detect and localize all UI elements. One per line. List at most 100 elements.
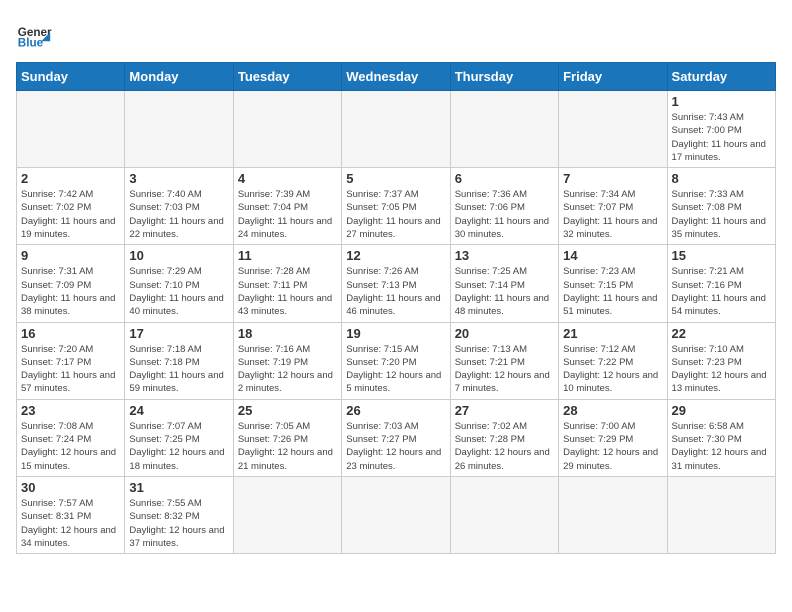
calendar-cell: 31 Sunrise: 7:55 AM Sunset: 8:32 PM Dayli… xyxy=(125,476,233,553)
day-number: 22 xyxy=(672,326,771,341)
day-number: 21 xyxy=(563,326,662,341)
calendar-cell: 13Sunrise: 7:25 AM Sunset: 7:14 PM Dayli… xyxy=(450,245,558,322)
day-info: Sunrise: 7:33 AM Sunset: 7:08 PM Dayligh… xyxy=(672,188,771,241)
calendar-cell: 14 Sunrise: 7:23 AM Sunset: 7:15 PM Dayli… xyxy=(559,245,667,322)
calendar-cell xyxy=(450,91,558,168)
calendar-cell xyxy=(342,91,450,168)
day-info: Sunrise: 7:20 AM Sunset: 7:17 PM Dayligh… xyxy=(21,343,120,396)
calendar-week-row: 30 Sunrise: 7:57 AM Sunset: 8:31 PM Dayli… xyxy=(17,476,776,553)
day-number: 7 xyxy=(563,171,662,186)
day-number: 1 xyxy=(672,94,771,109)
day-info: Sunrise: 7:43 AM Sunset: 7:00 PM Dayligh… xyxy=(672,111,771,164)
calendar-cell xyxy=(125,91,233,168)
calendar-cell: 21 Sunrise: 7:12 AM Sunset: 7:22 PM Dayli… xyxy=(559,322,667,399)
calendar-cell: 16 Sunrise: 7:20 AM Sunset: 7:17 PM Dayli… xyxy=(17,322,125,399)
day-number: 26 xyxy=(346,403,445,418)
calendar-cell xyxy=(450,476,558,553)
calendar-cell xyxy=(559,476,667,553)
day-number: 31 xyxy=(129,480,228,495)
calendar-cell: 8 Sunrise: 7:33 AM Sunset: 7:08 PM Daylig… xyxy=(667,168,775,245)
day-info: Sunrise: 7:08 AM Sunset: 7:24 PM Dayligh… xyxy=(21,420,120,473)
svg-text:Blue: Blue xyxy=(18,37,44,50)
day-info: Sunrise: 7:40 AM Sunset: 7:03 PM Dayligh… xyxy=(129,188,228,241)
day-number: 20 xyxy=(455,326,554,341)
calendar-cell xyxy=(667,476,775,553)
day-info: Sunrise: 7:16 AM Sunset: 7:19 PM Dayligh… xyxy=(238,343,337,396)
weekday-header: Wednesday xyxy=(342,63,450,91)
calendar-week-row: 1 Sunrise: 7:43 AM Sunset: 7:00 PM Daylig… xyxy=(17,91,776,168)
calendar-cell: 28Sunrise: 7:00 AM Sunset: 7:29 PM Dayli… xyxy=(559,399,667,476)
day-info: Sunrise: 7:00 AM Sunset: 7:29 PM Dayligh… xyxy=(563,420,662,473)
calendar-cell: 30 Sunrise: 7:57 AM Sunset: 8:31 PM Dayli… xyxy=(17,476,125,553)
calendar-cell xyxy=(342,476,450,553)
day-info: Sunrise: 7:39 AM Sunset: 7:04 PM Dayligh… xyxy=(238,188,337,241)
day-number: 10 xyxy=(129,248,228,263)
calendar-cell: 27Sunrise: 7:02 AM Sunset: 7:28 PM Dayli… xyxy=(450,399,558,476)
day-number: 11 xyxy=(238,248,337,263)
day-number: 30 xyxy=(21,480,120,495)
day-info: Sunrise: 7:12 AM Sunset: 7:22 PM Dayligh… xyxy=(563,343,662,396)
day-info: Sunrise: 7:42 AM Sunset: 7:02 PM Dayligh… xyxy=(21,188,120,241)
calendar: SundayMondayTuesdayWednesdayThursdayFrid… xyxy=(16,62,776,554)
calendar-cell: 7Sunrise: 7:34 AM Sunset: 7:07 PM Daylig… xyxy=(559,168,667,245)
day-number: 4 xyxy=(238,171,337,186)
calendar-cell: 22 Sunrise: 7:10 AM Sunset: 7:23 PM Dayli… xyxy=(667,322,775,399)
calendar-header: SundayMondayTuesdayWednesdayThursdayFrid… xyxy=(17,63,776,91)
weekday-header: Sunday xyxy=(17,63,125,91)
day-info: Sunrise: 7:28 AM Sunset: 7:11 PM Dayligh… xyxy=(238,265,337,318)
day-number: 27 xyxy=(455,403,554,418)
day-info: Sunrise: 7:10 AM Sunset: 7:23 PM Dayligh… xyxy=(672,343,771,396)
day-number: 25 xyxy=(238,403,337,418)
day-info: Sunrise: 7:31 AM Sunset: 7:09 PM Dayligh… xyxy=(21,265,120,318)
day-info: Sunrise: 7:29 AM Sunset: 7:10 PM Dayligh… xyxy=(129,265,228,318)
calendar-cell: 6 Sunrise: 7:36 AM Sunset: 7:06 PM Daylig… xyxy=(450,168,558,245)
calendar-cell: 18 Sunrise: 7:16 AM Sunset: 7:19 PM Dayli… xyxy=(233,322,341,399)
day-number: 24 xyxy=(129,403,228,418)
day-info: Sunrise: 6:58 AM Sunset: 7:30 PM Dayligh… xyxy=(672,420,771,473)
calendar-week-row: 2Sunrise: 7:42 AM Sunset: 7:02 PM Daylig… xyxy=(17,168,776,245)
calendar-cell: 11 Sunrise: 7:28 AM Sunset: 7:11 PM Dayli… xyxy=(233,245,341,322)
calendar-cell xyxy=(233,476,341,553)
day-info: Sunrise: 7:21 AM Sunset: 7:16 PM Dayligh… xyxy=(672,265,771,318)
day-number: 16 xyxy=(21,326,120,341)
calendar-cell: 29 Sunrise: 6:58 AM Sunset: 7:30 PM Dayli… xyxy=(667,399,775,476)
day-number: 23 xyxy=(21,403,120,418)
calendar-cell xyxy=(559,91,667,168)
weekday-row: SundayMondayTuesdayWednesdayThursdayFrid… xyxy=(17,63,776,91)
calendar-cell xyxy=(17,91,125,168)
calendar-cell: 15Sunrise: 7:21 AM Sunset: 7:16 PM Dayli… xyxy=(667,245,775,322)
day-info: Sunrise: 7:15 AM Sunset: 7:20 PM Dayligh… xyxy=(346,343,445,396)
day-number: 12 xyxy=(346,248,445,263)
calendar-cell: 3 Sunrise: 7:40 AM Sunset: 7:03 PM Daylig… xyxy=(125,168,233,245)
day-info: Sunrise: 7:05 AM Sunset: 7:26 PM Dayligh… xyxy=(238,420,337,473)
header: General Blue xyxy=(16,16,776,52)
calendar-cell: 2Sunrise: 7:42 AM Sunset: 7:02 PM Daylig… xyxy=(17,168,125,245)
calendar-week-row: 16 Sunrise: 7:20 AM Sunset: 7:17 PM Dayli… xyxy=(17,322,776,399)
logo-icon: General Blue xyxy=(16,16,52,52)
calendar-cell: 19 Sunrise: 7:15 AM Sunset: 7:20 PM Dayli… xyxy=(342,322,450,399)
calendar-cell: 26Sunrise: 7:03 AM Sunset: 7:27 PM Dayli… xyxy=(342,399,450,476)
day-number: 8 xyxy=(672,171,771,186)
day-number: 29 xyxy=(672,403,771,418)
weekday-header: Tuesday xyxy=(233,63,341,91)
day-number: 3 xyxy=(129,171,228,186)
day-info: Sunrise: 7:26 AM Sunset: 7:13 PM Dayligh… xyxy=(346,265,445,318)
day-number: 19 xyxy=(346,326,445,341)
day-info: Sunrise: 7:36 AM Sunset: 7:06 PM Dayligh… xyxy=(455,188,554,241)
calendar-cell: 4 Sunrise: 7:39 AM Sunset: 7:04 PM Daylig… xyxy=(233,168,341,245)
day-number: 18 xyxy=(238,326,337,341)
logo: General Blue xyxy=(16,16,58,52)
calendar-cell: 17Sunrise: 7:18 AM Sunset: 7:18 PM Dayli… xyxy=(125,322,233,399)
day-info: Sunrise: 7:18 AM Sunset: 7:18 PM Dayligh… xyxy=(129,343,228,396)
day-info: Sunrise: 7:13 AM Sunset: 7:21 PM Dayligh… xyxy=(455,343,554,396)
day-info: Sunrise: 7:57 AM Sunset: 8:31 PM Dayligh… xyxy=(21,497,120,550)
day-info: Sunrise: 7:55 AM Sunset: 8:32 PM Dayligh… xyxy=(129,497,228,550)
weekday-header: Thursday xyxy=(450,63,558,91)
day-number: 6 xyxy=(455,171,554,186)
calendar-cell: 20 Sunrise: 7:13 AM Sunset: 7:21 PM Dayli… xyxy=(450,322,558,399)
calendar-cell: 24Sunrise: 7:07 AM Sunset: 7:25 PM Dayli… xyxy=(125,399,233,476)
calendar-body: 1 Sunrise: 7:43 AM Sunset: 7:00 PM Daylig… xyxy=(17,91,776,554)
day-number: 14 xyxy=(563,248,662,263)
day-info: Sunrise: 7:23 AM Sunset: 7:15 PM Dayligh… xyxy=(563,265,662,318)
day-info: Sunrise: 7:25 AM Sunset: 7:14 PM Dayligh… xyxy=(455,265,554,318)
